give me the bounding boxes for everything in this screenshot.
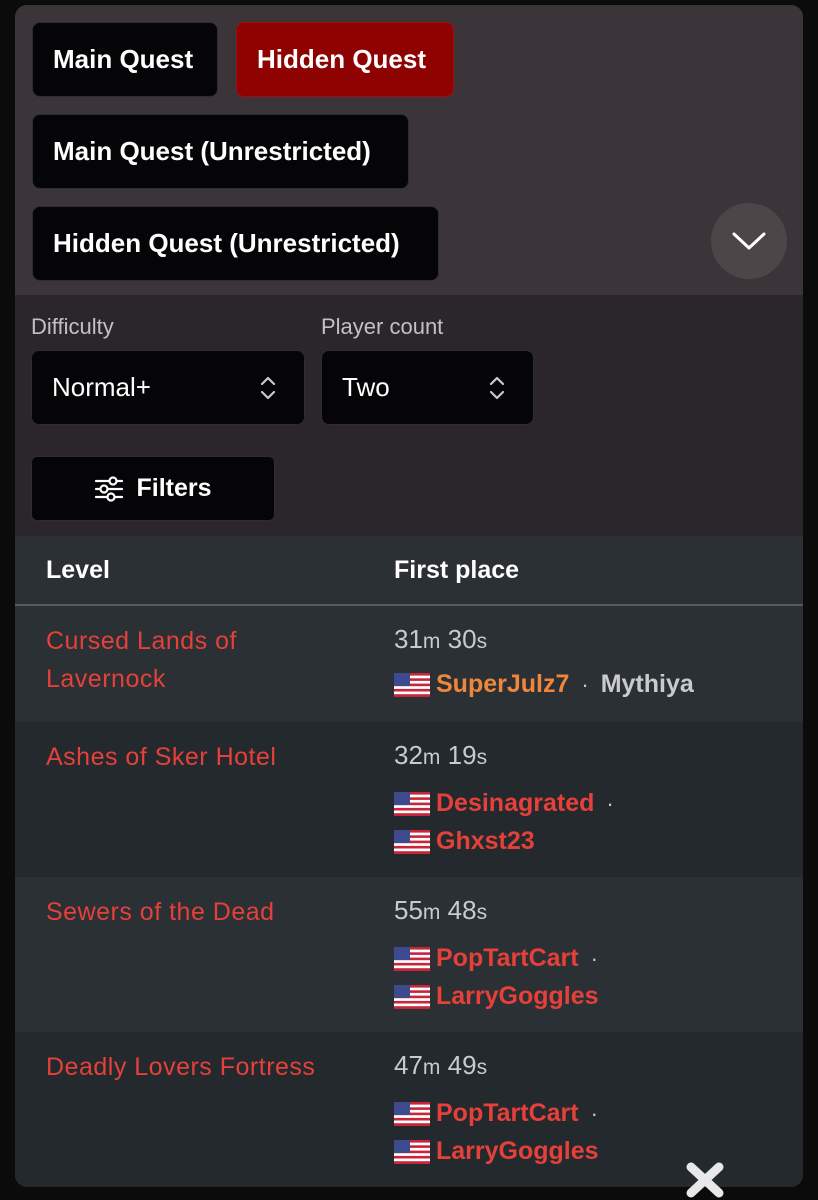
table-row: Cursed Lands of Lavernock 31m 30s SuperJ… [15,606,803,722]
player-list: SuperJulz7 · Mythiya [394,670,694,699]
player-link[interactable]: PopTartCart [436,1099,579,1128]
level-link[interactable]: Ashes of Sker Hotel [46,738,346,776]
column-first-place: First place [394,556,520,584]
player-entry: PopTartCart · [394,944,610,973]
player-count-label: Player count [321,314,444,339]
level-link[interactable]: Sewers of the Dead [46,893,346,931]
us-flag-icon [394,985,430,1009]
tab-hidden-quest-unrestricted[interactable]: Hidden Quest (Unrestricted) [32,206,439,281]
leaderboard-panel: Main Quest Hidden Quest Main Quest (Unre… [15,5,803,1187]
separator: · [590,945,598,971]
sliders-icon [95,475,124,502]
player-link[interactable]: Desinagrated [436,789,594,818]
chevron-up-down-icon [489,376,505,400]
separator: · [581,671,589,697]
player-link[interactable]: SuperJulz7 [436,670,569,699]
tab-hidden-quest[interactable]: Hidden Quest [236,22,454,97]
us-flag-icon [394,673,430,697]
separator: · [606,790,614,816]
us-flag-icon [394,830,430,854]
record-time: 32m 19s [394,740,488,770]
leaderboard-table: Level First place Cursed Lands of Lavern… [15,536,803,1187]
chevron-down-icon [732,232,766,250]
table-header: Level First place [15,536,803,606]
difficulty-select[interactable]: Normal+ [31,350,305,425]
player-entry: Desinagrated · [394,789,626,818]
player-link[interactable]: Ghxst23 [436,827,535,856]
player-count-select[interactable]: Two [321,350,534,425]
difficulty-label: Difficulty [31,314,114,339]
player-count-value: Two [342,372,390,402]
level-link[interactable]: Cursed Lands of Lavernock [46,622,346,698]
record-time: 55m 48s [394,895,488,925]
tab-main-quest-unrestricted[interactable]: Main Quest (Unrestricted) [32,114,409,189]
separator: · [590,1100,598,1126]
filters-button[interactable]: Filters [31,456,275,521]
difficulty-value: Normal+ [52,372,151,402]
table-row: Sewers of the Dead 55m 48s PopTartCart ·… [15,877,803,1032]
quest-tabs: Main Quest Hidden Quest Main Quest (Unre… [15,5,803,295]
player-link[interactable]: LarryGoggles [436,982,599,1011]
us-flag-icon [394,1102,430,1126]
collapse-tabs-button[interactable] [711,203,787,279]
close-icon[interactable] [684,1160,726,1200]
column-level: Level [46,556,110,584]
table-row: Ashes of Sker Hotel 32m 19s Desinagrated… [15,722,803,877]
player-link[interactable]: PopTartCart [436,944,579,973]
player-link[interactable]: Mythiya [601,670,694,699]
chevron-up-down-icon [260,376,276,400]
us-flag-icon [394,792,430,816]
us-flag-icon [394,1140,430,1164]
player-entry: LarryGoggles [394,1137,599,1166]
player-entry: LarryGoggles [394,982,599,1011]
record-time: 31m 30s [394,624,488,654]
filter-controls: Difficulty Normal+ Player count Two Filt… [15,295,803,536]
filters-label: Filters [136,474,212,502]
level-link[interactable]: Deadly Lovers Fortress [46,1048,346,1086]
record-time: 47m 49s [394,1050,488,1080]
tab-main-quest[interactable]: Main Quest [32,22,218,97]
player-entry: Ghxst23 [394,827,535,856]
us-flag-icon [394,947,430,971]
player-link[interactable]: LarryGoggles [436,1137,599,1166]
player-entry: PopTartCart · [394,1099,610,1128]
